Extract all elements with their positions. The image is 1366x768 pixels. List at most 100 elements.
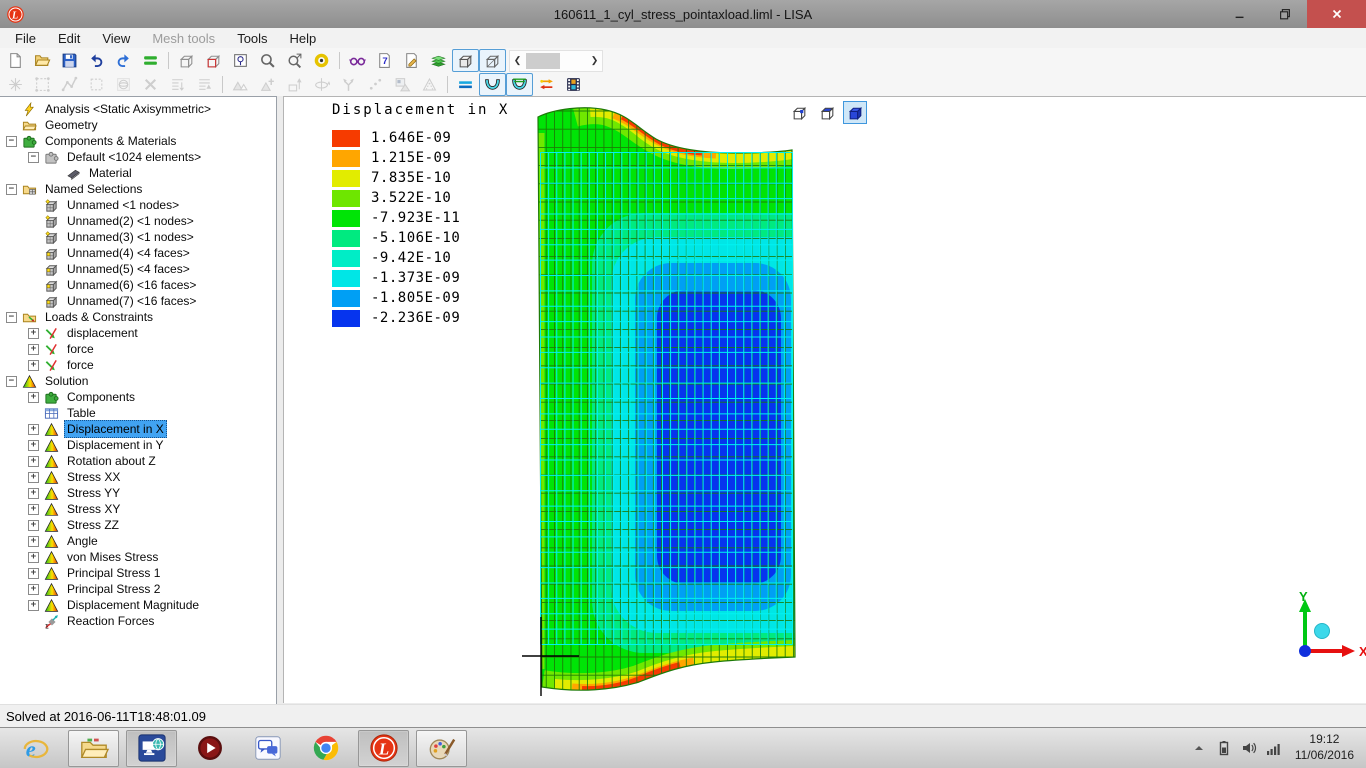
tree-item-displacement[interactable]: +displacement — [0, 325, 276, 341]
animation-button[interactable] — [560, 73, 587, 96]
menu-tools[interactable]: Tools — [226, 29, 278, 48]
tree-item-force[interactable]: +force — [0, 357, 276, 373]
new-file-button[interactable] — [2, 49, 29, 72]
tree-expander-plus-icon[interactable]: + — [28, 392, 39, 403]
tree-expander-plus-icon[interactable]: + — [28, 584, 39, 595]
taskbar-file-explorer[interactable] — [68, 730, 119, 767]
scroll-right-icon[interactable]: ❯ — [587, 55, 602, 66]
deformed-undeformed-toggle[interactable] — [506, 73, 533, 96]
tree-item-default-1024-elements[interactable]: −Default <1024 elements> — [0, 149, 276, 165]
center-view-button[interactable] — [308, 49, 335, 72]
tree-item-unnamed-4-4-faces[interactable]: Unnamed(4) <4 faces> — [0, 245, 276, 261]
tree-item-geometry[interactable]: Geometry — [0, 117, 276, 133]
taskbar-paint[interactable] — [416, 730, 467, 767]
chevron-up-icon[interactable] — [1191, 740, 1207, 756]
speaker-icon[interactable] — [1241, 740, 1257, 756]
zoom-window-button[interactable] — [227, 49, 254, 72]
report-button[interactable]: 7 — [371, 49, 398, 72]
tree-item-loads-constraints[interactable]: −Loads & Constraints — [0, 309, 276, 325]
deformed-view-toggle[interactable] — [479, 73, 506, 96]
taskbar-messenger[interactable] — [242, 730, 293, 767]
tree-item-von-mises-stress[interactable]: +von Mises Stress — [0, 549, 276, 565]
tree-item-displacement-in-y[interactable]: +Displacement in Y — [0, 437, 276, 453]
isometric-view-button[interactable] — [787, 101, 811, 124]
scroll-thumb[interactable] — [526, 53, 560, 69]
inspect-button[interactable] — [344, 49, 371, 72]
zoom-fit-button[interactable] — [281, 49, 308, 72]
signal-icon[interactable] — [1266, 740, 1282, 756]
tree-expander-minus-icon[interactable]: − — [6, 136, 17, 147]
taskbar-lisa[interactable]: L — [358, 730, 409, 767]
open-button[interactable] — [29, 49, 56, 72]
taskbar-chrome[interactable] — [300, 730, 351, 767]
tree-expander-minus-icon[interactable]: − — [28, 152, 39, 163]
orient-view-button[interactable] — [200, 49, 227, 72]
tree-item-displacement-in-x[interactable]: +Displacement in X — [0, 421, 276, 437]
tree-item-unnamed-6-16-faces[interactable]: Unnamed(6) <16 faces> — [0, 277, 276, 293]
tree-expander-plus-icon[interactable]: + — [28, 440, 39, 451]
tree-item-stress-xx[interactable]: +Stress XX — [0, 469, 276, 485]
rotate-view-button[interactable] — [173, 49, 200, 72]
tree-item-rotation-about-z[interactable]: +Rotation about Z — [0, 453, 276, 469]
toolbar-scrollbar[interactable]: ❮❯ — [509, 50, 603, 72]
tree-expander-plus-icon[interactable]: + — [28, 360, 39, 371]
tree-item-unnamed-2-1-nodes[interactable]: Unnamed(2) <1 nodes> — [0, 213, 276, 229]
tree-item-reaction-forces[interactable]: ΣReaction Forces — [0, 613, 276, 629]
tree-item-unnamed-7-16-faces[interactable]: Unnamed(7) <16 faces> — [0, 293, 276, 309]
tree-expander-plus-icon[interactable]: + — [28, 472, 39, 483]
scroll-left-icon[interactable]: ❮ — [510, 55, 525, 66]
wireframe-view-toggle[interactable] — [479, 49, 506, 72]
edit-doc-button[interactable] — [398, 49, 425, 72]
tree-item-unnamed-1-nodes[interactable]: Unnamed <1 nodes> — [0, 197, 276, 213]
restore-button[interactable] — [1262, 0, 1307, 28]
layers-button[interactable] — [425, 49, 452, 72]
redo-button[interactable] — [110, 49, 137, 72]
tree-item-material[interactable]: Material — [0, 165, 276, 181]
tree-expander-plus-icon[interactable]: + — [28, 456, 39, 467]
tree-item-stress-xy[interactable]: +Stress XY — [0, 501, 276, 517]
undo-button[interactable] — [83, 49, 110, 72]
menu-view[interactable]: View — [91, 29, 141, 48]
tree-expander-plus-icon[interactable]: + — [28, 504, 39, 515]
tree-item-unnamed-3-1-nodes[interactable]: Unnamed(3) <1 nodes> — [0, 229, 276, 245]
tree-expander-minus-icon[interactable]: − — [6, 312, 17, 323]
tree-expander-minus-icon[interactable]: − — [6, 184, 17, 195]
tree-expander-plus-icon[interactable]: + — [28, 328, 39, 339]
shaded-view-toggle[interactable] — [452, 49, 479, 72]
tree-item-solution[interactable]: −Solution — [0, 373, 276, 389]
tree-item-angle[interactable]: +Angle — [0, 533, 276, 549]
tree-item-principal-stress-2[interactable]: +Principal Stress 2 — [0, 581, 276, 597]
taskbar-media-player[interactable] — [184, 730, 235, 767]
tree-expander-plus-icon[interactable]: + — [28, 424, 39, 435]
tree-expander-plus-icon[interactable]: + — [28, 488, 39, 499]
solve-button[interactable] — [137, 49, 164, 72]
taskbar-remote-app[interactable] — [126, 730, 177, 767]
show-loads-button[interactable] — [533, 73, 560, 96]
tree-expander-plus-icon[interactable]: + — [28, 344, 39, 355]
tree-item-analysis-static-axisymmetric[interactable]: Analysis <Static Axisymmetric> — [0, 101, 276, 117]
close-button[interactable] — [1307, 0, 1366, 28]
battery-icon[interactable] — [1216, 740, 1232, 756]
tree-item-principal-stress-1[interactable]: +Principal Stress 1 — [0, 565, 276, 581]
tree-item-components-materials[interactable]: −Components & Materials — [0, 133, 276, 149]
menu-file[interactable]: File — [4, 29, 47, 48]
tree-item-displacement-magnitude[interactable]: +Displacement Magnitude — [0, 597, 276, 613]
tree-item-stress-yy[interactable]: +Stress YY — [0, 485, 276, 501]
face-view-button[interactable] — [815, 101, 839, 124]
zoom-button[interactable] — [254, 49, 281, 72]
tree-item-named-selections[interactable]: −Named Selections — [0, 181, 276, 197]
solid-view-button[interactable] — [843, 101, 867, 124]
tree-item-force[interactable]: +force — [0, 341, 276, 357]
tree-item-table[interactable]: Table — [0, 405, 276, 421]
tree-item-components[interactable]: +Components — [0, 389, 276, 405]
tree-expander-minus-icon[interactable]: − — [6, 376, 17, 387]
undeformed-view-button[interactable] — [452, 73, 479, 96]
tree-item-stress-zz[interactable]: +Stress ZZ — [0, 517, 276, 533]
save-button[interactable] — [56, 49, 83, 72]
tree-expander-plus-icon[interactable]: + — [28, 600, 39, 611]
tree-expander-plus-icon[interactable]: + — [28, 520, 39, 531]
taskbar-clock[interactable]: 19:12 11/06/2016 — [1295, 732, 1354, 763]
tree-expander-plus-icon[interactable]: + — [28, 536, 39, 547]
tree-expander-plus-icon[interactable]: + — [28, 568, 39, 579]
minimize-button[interactable] — [1217, 0, 1262, 28]
